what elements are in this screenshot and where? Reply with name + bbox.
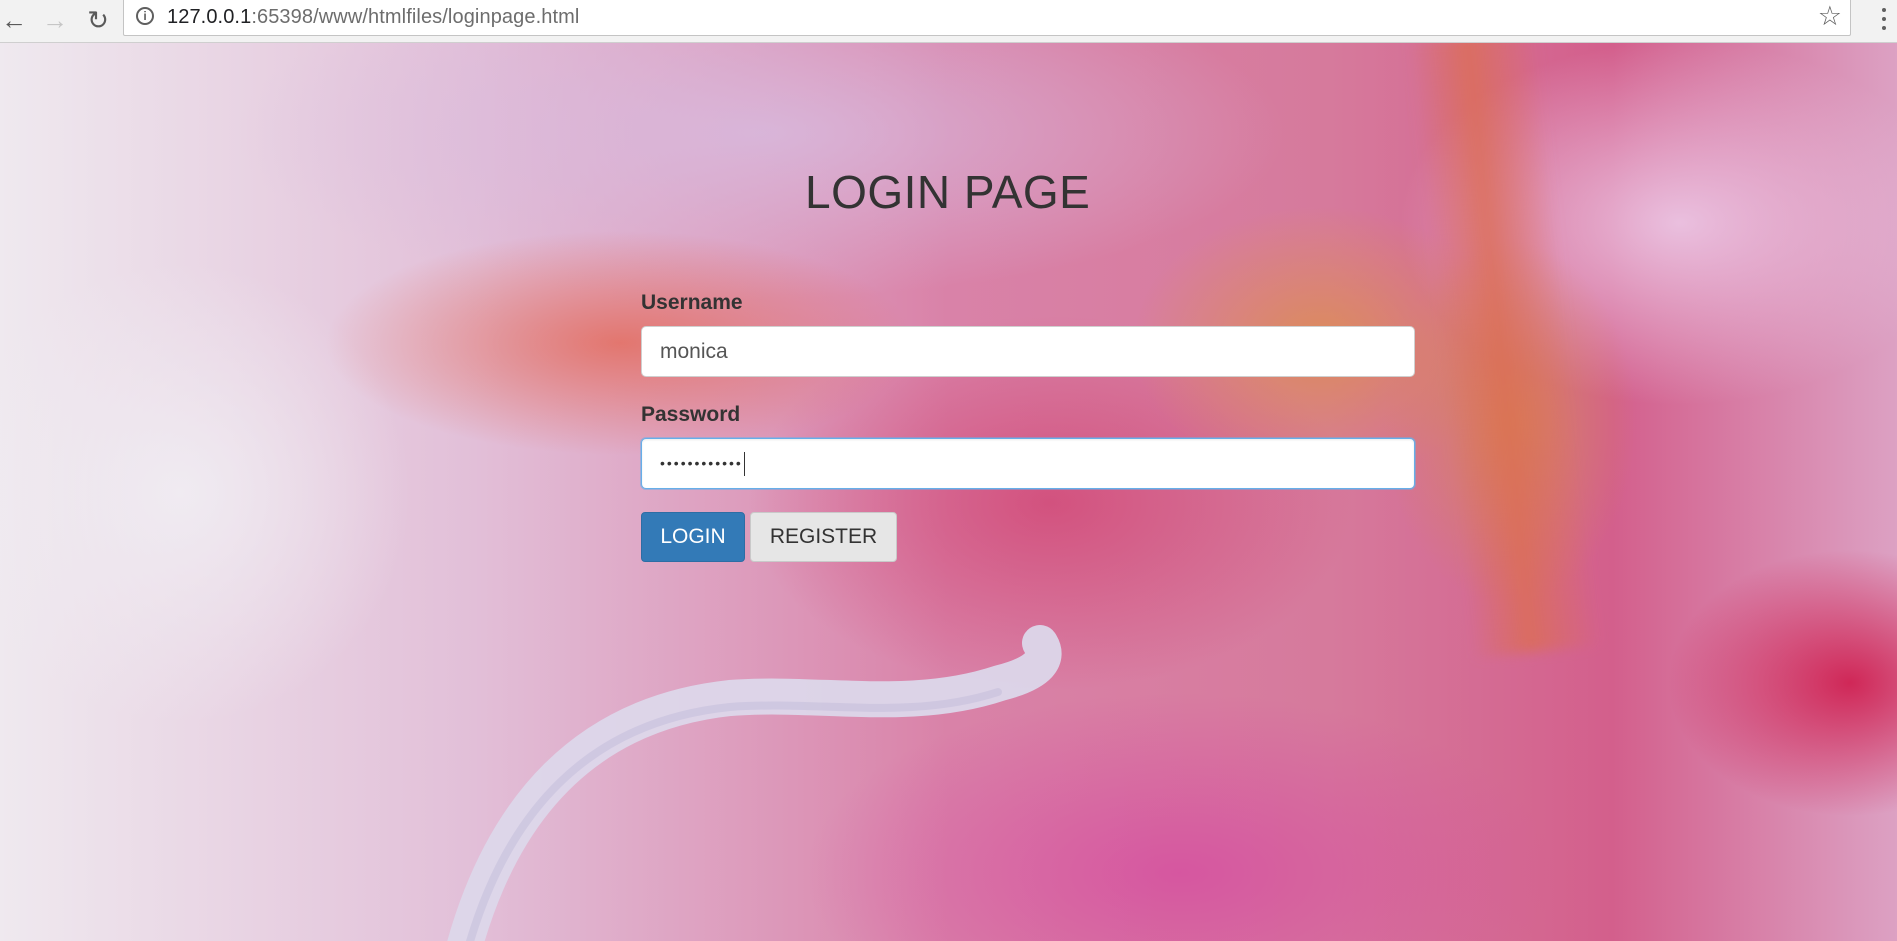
star-icon[interactable]: ☆	[1818, 3, 1842, 30]
login-button[interactable]: LOGIN	[641, 512, 745, 562]
info-icon[interactable]: i	[136, 7, 154, 25]
page-title: LOGIN PAGE	[805, 166, 1091, 218]
back-arrow-icon[interactable]: ←	[0, 3, 31, 37]
text-caret	[743, 452, 745, 477]
reload-icon[interactable]: ↻	[81, 3, 115, 37]
password-label: Password	[641, 403, 741, 426]
password-input[interactable]: ••••••••••••	[641, 438, 1415, 489]
forward-arrow-icon[interactable]: →	[38, 3, 72, 37]
address-bar[interactable]: i 127.0.0.1:65398/www/htmlfiles/loginpag…	[123, 0, 1851, 36]
username-label: Username	[641, 291, 743, 314]
url-path: :65398/www/htmlfiles/loginpage.html	[251, 6, 580, 28]
kebab-menu-icon[interactable]	[1879, 4, 1889, 34]
background-tendril	[447, 625, 1062, 941]
username-input[interactable]: monica	[641, 326, 1415, 377]
url-text[interactable]: 127.0.0.1:65398/www/htmlfiles/loginpage.…	[167, 6, 579, 29]
background-petal	[1407, 43, 1603, 659]
page-background: LOGIN PAGE Username monica Password ••••…	[0, 43, 1897, 941]
browser-toolbar: ← → ↻ i 127.0.0.1:65398/www/htmlfiles/lo…	[0, 0, 1897, 43]
url-host: 127.0.0.1	[167, 6, 252, 28]
password-mask: ••••••••••••	[660, 455, 743, 471]
register-button[interactable]: REGISTER	[750, 512, 897, 562]
